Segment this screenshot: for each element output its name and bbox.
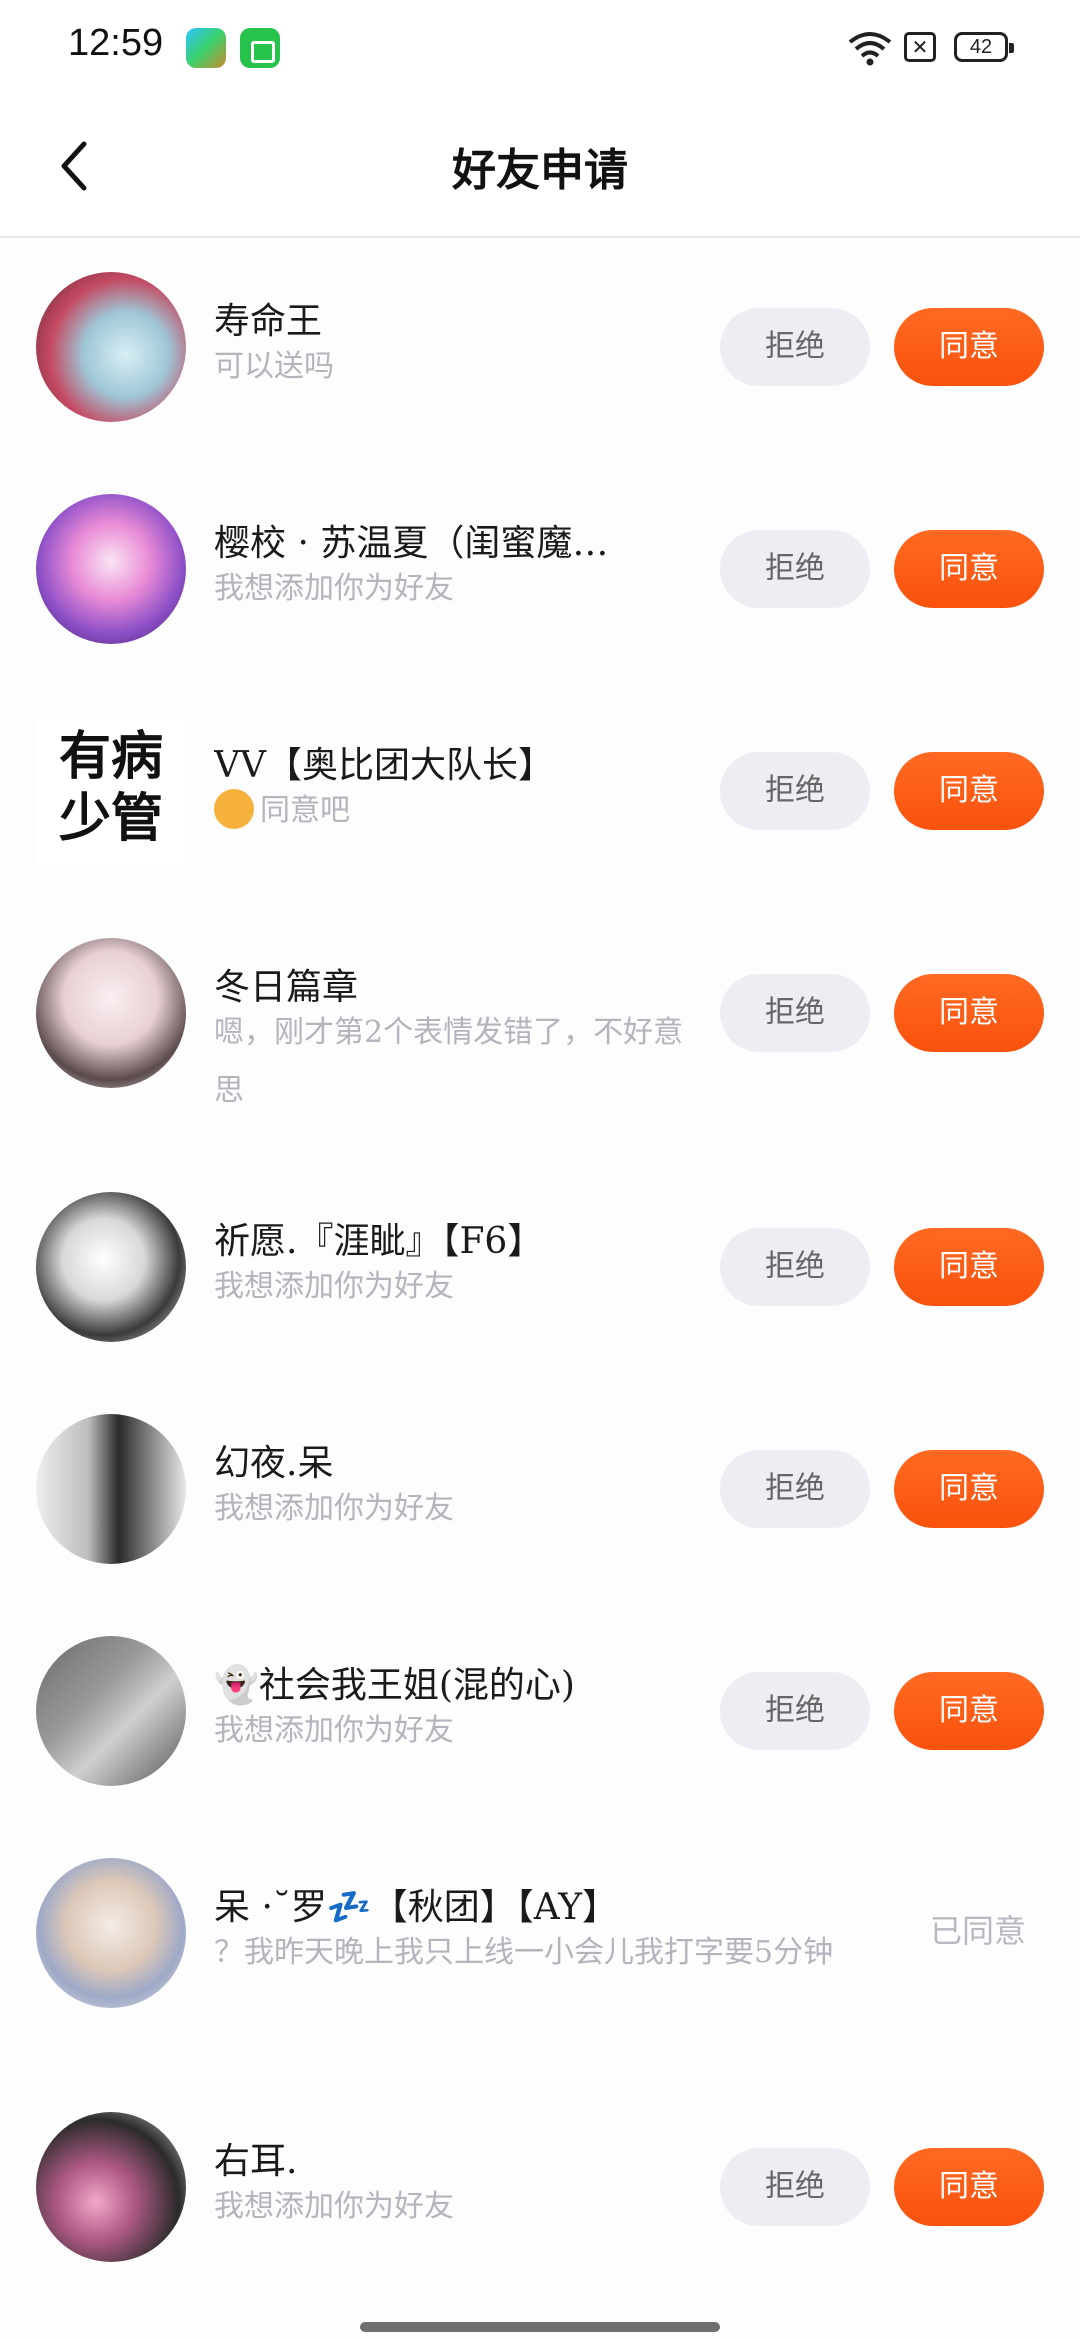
request-message: ？我昨天晚上我只上线一小会儿我打字要5分钟	[214, 1935, 834, 1970]
reject-button[interactable]: 拒绝	[720, 530, 870, 608]
request-message: 可以送吗	[214, 349, 334, 384]
reject-button[interactable]: 拒绝	[720, 1450, 870, 1528]
list-item: 呆 ·˘罗💤【秋团】【AY】 ？我昨天晚上我只上线一小会儿我打字要5分钟 已同意	[0, 1826, 1080, 2080]
avatar[interactable]	[36, 1636, 186, 1786]
request-message: 同意吧	[260, 793, 350, 828]
reject-button[interactable]: 拒绝	[720, 752, 870, 830]
request-message: 我想添加你为好友	[214, 1491, 454, 1526]
accepted-status: 已同意	[930, 1912, 1027, 1950]
avatar[interactable]	[36, 494, 186, 644]
list-item: 右耳. 我想添加你为好友 拒绝 同意	[0, 2080, 1080, 2302]
status-bar: 12:59 ✕ 42	[0, 0, 1080, 96]
request-name: 冬日篇章	[214, 967, 359, 1008]
request-name: 寿命王	[214, 301, 323, 342]
reject-button[interactable]: 拒绝	[720, 308, 870, 386]
friend-request-list[interactable]: 寿命王 可以送吗 拒绝 同意 樱校 · 苏温夏（闺蜜魔… 我想添加你为好友 拒绝…	[0, 240, 1080, 2340]
app-notification-icon	[186, 28, 226, 68]
battery-icon: 42	[954, 32, 1014, 62]
avatar[interactable]	[36, 1858, 186, 2008]
home-indicator[interactable]	[360, 2322, 720, 2332]
request-message: 我想添加你为好友	[214, 2189, 454, 2224]
avatar[interactable]: 有病 少管	[36, 714, 186, 864]
request-message: 我想添加你为好友	[214, 571, 454, 606]
request-name: 右耳.	[214, 2141, 298, 2182]
no-sim-icon: ✕	[904, 32, 936, 62]
request-name: VV【奥比团大队长】	[214, 745, 554, 786]
reject-button[interactable]: 拒绝	[720, 2148, 870, 2226]
request-message: 我想添加你为好友	[214, 1713, 454, 1748]
request-name: 祈愿.『涯眦』【F6】	[214, 1221, 544, 1262]
avatar[interactable]	[36, 2112, 186, 2262]
page-title: 好友申请	[452, 145, 628, 196]
shop-notification-icon	[240, 28, 280, 68]
list-item: 冬日篇章 嗯，刚才第2个表情发错了，不好意思 拒绝 同意	[0, 906, 1080, 1160]
list-item: 有病 少管 VV【奥比团大队长】 同意吧 拒绝 同意	[0, 684, 1080, 906]
avatar[interactable]	[36, 938, 186, 1088]
reject-button[interactable]: 拒绝	[720, 1672, 870, 1750]
frustrated-emoji-icon	[214, 789, 254, 829]
wifi-icon	[848, 32, 892, 66]
status-time: 12:59	[68, 22, 164, 64]
accept-button[interactable]: 同意	[894, 974, 1044, 1052]
list-item: 祈愿.『涯眦』【F6】 我想添加你为好友 拒绝 同意	[0, 1160, 1080, 1382]
accept-button[interactable]: 同意	[894, 1450, 1044, 1528]
accept-button[interactable]: 同意	[894, 1672, 1044, 1750]
request-name: 👻社会我王姐(混的心)	[214, 1665, 575, 1706]
accept-button[interactable]: 同意	[894, 530, 1044, 608]
avatar[interactable]	[36, 1414, 186, 1564]
accept-button[interactable]: 同意	[894, 2148, 1044, 2226]
reject-button[interactable]: 拒绝	[720, 974, 870, 1052]
list-item: 樱校 · 苏温夏（闺蜜魔… 我想添加你为好友 拒绝 同意	[0, 462, 1080, 684]
request-name: 幻夜.呆	[214, 1443, 334, 1484]
list-item: 寿命王 可以送吗 拒绝 同意	[0, 240, 1080, 462]
request-name: 呆 ·˘罗💤【秋团】【AY】	[214, 1887, 619, 1928]
header: 好友申请	[0, 96, 1080, 238]
reject-button[interactable]: 拒绝	[720, 1228, 870, 1306]
request-message: 嗯，刚才第2个表情发错了，不好意思	[214, 1015, 684, 1108]
request-message: 我想添加你为好友	[214, 1269, 454, 1304]
accept-button[interactable]: 同意	[894, 308, 1044, 386]
request-message-row: 同意吧	[214, 782, 350, 840]
avatar[interactable]	[36, 272, 186, 422]
accept-button[interactable]: 同意	[894, 1228, 1044, 1306]
list-item: 👻社会我王姐(混的心) 我想添加你为好友 拒绝 同意	[0, 1604, 1080, 1826]
request-name: 樱校 · 苏温夏（闺蜜魔…	[214, 523, 609, 564]
accept-button[interactable]: 同意	[894, 752, 1044, 830]
avatar[interactable]	[36, 1192, 186, 1342]
list-item: 幻夜.呆 我想添加你为好友 拒绝 同意	[0, 1382, 1080, 1604]
